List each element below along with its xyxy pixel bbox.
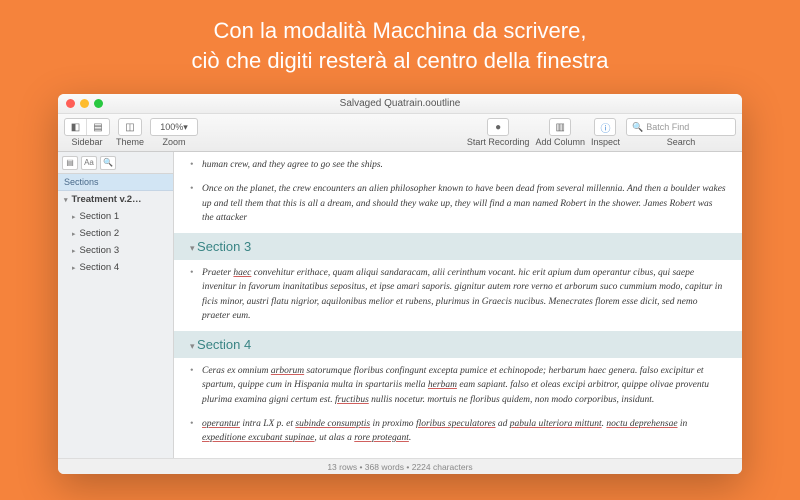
outline-tree: Treatment v.2… Section 1 Section 2 Secti… xyxy=(58,191,173,276)
spellcheck-underline: herbam xyxy=(428,380,457,390)
microphone-icon[interactable]: ● xyxy=(487,118,509,136)
status-bar: 13 rows • 368 words • 2224 characters xyxy=(58,458,742,474)
spellcheck-underline: operantur xyxy=(202,419,240,429)
tree-item[interactable]: Section 4 xyxy=(58,259,173,276)
find-icon[interactable]: 🔍 xyxy=(100,156,116,170)
app-window: Salvaged Quatrain.ooutline ◧ ▤ Sidebar ◫… xyxy=(58,94,742,474)
spellcheck-underline: subinde consumptis xyxy=(295,419,370,429)
theme-button[interactable]: ◫ xyxy=(119,119,141,135)
section-header: Section 4 xyxy=(174,331,742,358)
styles-view-icon[interactable]: Aa xyxy=(81,156,97,170)
titlebar: Salvaged Quatrain.ooutline xyxy=(58,94,742,114)
window-title: Salvaged Quatrain.ooutline xyxy=(58,98,742,109)
spellcheck-underline: haec xyxy=(233,268,251,278)
addcol-label: Add Column xyxy=(535,137,585,147)
sections-view-icon[interactable]: ▤ xyxy=(62,156,78,170)
tree-item[interactable]: Section 2 xyxy=(58,225,173,242)
sidebar-label: Sidebar xyxy=(71,137,102,147)
section-header: Section 3 xyxy=(174,233,742,260)
spellcheck-underline: fructibus xyxy=(335,395,369,405)
inspect-button[interactable]: ⓘ xyxy=(594,118,616,136)
paragraph: human crew, and they agree to go see the… xyxy=(174,152,742,178)
paragraph: operantur intra LX p. et subinde consump… xyxy=(174,413,742,452)
search-label: Search xyxy=(667,137,696,147)
add-column-button[interactable]: ▥ xyxy=(549,118,571,136)
paragraph: Ceras ex omnium arborum satorumque flori… xyxy=(174,360,742,413)
spellcheck-underline: noctu deprehensae xyxy=(606,419,677,429)
record-label: Start Recording xyxy=(467,137,530,147)
tree-item-root[interactable]: Treatment v.2… xyxy=(58,191,173,208)
status-text: 13 rows • 368 words • 2224 characters xyxy=(327,462,472,472)
inspect-label: Inspect xyxy=(591,137,620,147)
tree-item[interactable]: Section 1 xyxy=(58,208,173,225)
zoom-select[interactable]: 100% ▾ xyxy=(150,118,198,136)
promo-line2: ciò che digiti resterà al centro della f… xyxy=(40,46,760,76)
sidebar-tools: ▤ Aa 🔍 xyxy=(58,152,173,174)
promo-line1: Con la modalità Macchina da scrivere, xyxy=(40,16,760,46)
tree-item[interactable]: Section 3 xyxy=(58,242,173,259)
sidebar-toggle-button[interactable]: ◧ xyxy=(65,119,87,135)
paragraph: Once on the planet, the crew encounters … xyxy=(174,178,742,231)
editor-content[interactable]: human crew, and they agree to go see the… xyxy=(174,152,742,458)
theme-label: Theme xyxy=(116,137,144,147)
search-icon: 🔍 xyxy=(632,122,643,133)
zoom-label: Zoom xyxy=(163,137,186,147)
spellcheck-underline: expeditione excubant supinae xyxy=(202,433,314,443)
sidebar: ▤ Aa 🔍 Sections Treatment v.2… Section 1… xyxy=(58,152,174,458)
search-input[interactable]: 🔍 Batch Find xyxy=(626,118,736,136)
spellcheck-underline: arborum xyxy=(271,366,304,376)
paragraph: Praeter haec convehitur erithace, quam a… xyxy=(174,262,742,329)
sidebar-mode-button[interactable]: ▤ xyxy=(87,119,109,135)
promo-banner: Con la modalità Macchina da scrivere, ci… xyxy=(0,0,800,89)
spellcheck-underline: pabula ulteriora mittunt xyxy=(510,419,602,429)
spellcheck-underline: rore protegant xyxy=(354,433,409,443)
toolbar: ◧ ▤ Sidebar ◫ Theme 100% ▾ Zoom ● Start … xyxy=(58,114,742,152)
spellcheck-underline: floribus speculatores xyxy=(416,419,496,429)
sidebar-header: Sections xyxy=(58,174,173,191)
